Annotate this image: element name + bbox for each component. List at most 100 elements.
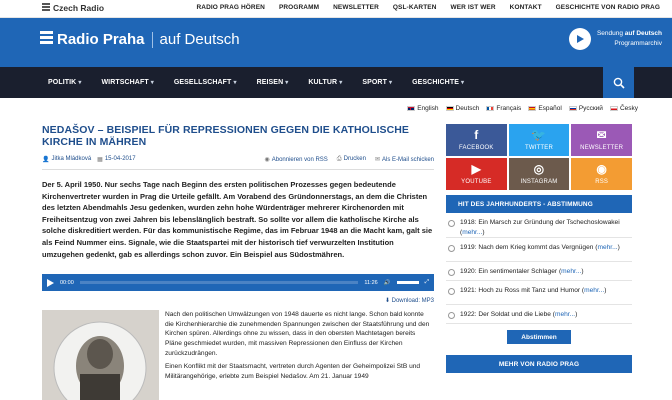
radio-button[interactable] xyxy=(448,287,455,295)
czech-radio-logo[interactable]: Czech Radio xyxy=(42,3,104,13)
social-label: YOUTUBE xyxy=(461,179,492,185)
poll-option[interactable]: 1922: Der Soldat und die Liebe (mehr...) xyxy=(446,305,632,324)
flag-spain-icon xyxy=(528,105,537,111)
social-newsletter[interactable]: ✉ NEWSLETTER xyxy=(571,124,632,156)
nav-geschichte[interactable]: GESCHICHTE ▾ xyxy=(402,79,474,86)
lang-label: Česky xyxy=(619,104,638,112)
nav-label: REISEN xyxy=(256,79,284,86)
player-duration: 11:26 xyxy=(364,279,378,286)
nav-sport[interactable]: SPORT ▾ xyxy=(352,79,402,86)
volume-slider[interactable] xyxy=(396,281,419,285)
toplink-contact[interactable]: KONTAKT xyxy=(510,4,542,11)
nav-kultur[interactable]: KULTUR ▾ xyxy=(298,79,352,86)
toplink-newsletter[interactable]: NEWSLETTER xyxy=(333,4,379,11)
portrait-image xyxy=(42,310,159,400)
poll-more-link[interactable]: mehr... xyxy=(584,287,604,294)
toplink-qsl[interactable]: QSL-KARTEN xyxy=(393,4,437,11)
toplink-listen[interactable]: RADIO PRAG HÖREN xyxy=(197,4,265,11)
nav-politik[interactable]: POLITIK ▾ xyxy=(38,79,91,86)
poll-option[interactable]: 1921: Hoch zu Ross mit Tanz und Humor (m… xyxy=(446,281,632,305)
social-label: TWITTER xyxy=(524,145,554,151)
social-facebook[interactable]: f FACEBOOK xyxy=(446,124,507,156)
radio-praha-logo[interactable]: Radio Praha auf Deutsch xyxy=(40,31,240,48)
flag-germany-icon xyxy=(445,105,454,111)
top-strip: Czech Radio RADIO PRAG HÖREN PROGRAMM NE… xyxy=(0,0,672,18)
nav-gesellschaft[interactable]: GESELLSCHAFT ▾ xyxy=(164,79,247,86)
more-from-radio-prag: MEHR VON RADIO PRAG xyxy=(446,355,632,373)
nav-label: WIRTSCHAFT xyxy=(101,79,149,86)
lang-francais[interactable]: Français xyxy=(486,105,521,112)
download-link[interactable]: ⬇ Download: MP3 xyxy=(42,297,434,304)
download-icon: ⬇ xyxy=(384,298,392,305)
lang-espanol[interactable]: Español xyxy=(528,105,562,112)
language-switcher: English Deutsch Français Español Русский… xyxy=(0,98,672,118)
social-instagram[interactable]: ◎ INSTAGRAM xyxy=(508,158,570,190)
live-player: Sendung auf Deutsch Programmarchiv xyxy=(568,28,662,50)
facebook-icon: f xyxy=(474,128,479,142)
rss-small-icon: ◉ xyxy=(264,156,270,163)
youtube-icon: ▶ xyxy=(471,162,482,176)
chevron-down-icon: ▾ xyxy=(461,80,465,86)
article-paragraph: Einen Konflikt mit der Staatsmacht, vert… xyxy=(165,363,421,380)
lang-english[interactable]: English xyxy=(407,105,439,112)
chevron-down-icon: ▾ xyxy=(285,80,289,86)
poll-more-link[interactable]: mehr... xyxy=(462,229,482,236)
poll-option[interactable]: 1918: Ein Marsch zur Gründung der Tschec… xyxy=(446,213,632,238)
radio-button[interactable] xyxy=(448,311,455,319)
lang-czech[interactable]: Česky xyxy=(609,104,638,112)
schedule-link[interactable]: Programmarchiv xyxy=(597,39,662,49)
brand-language: auf Deutsch xyxy=(159,31,240,48)
poll-option-text: 1919: Nach dem Krieg kommt das Vergnügen xyxy=(460,244,594,251)
print-label: Drucken xyxy=(343,155,366,162)
toplink-program[interactable]: PROGRAMM xyxy=(279,4,319,11)
article-author[interactable]: Jitka Mládková xyxy=(51,156,91,162)
flag-uk-icon xyxy=(407,105,416,111)
player-progress[interactable] xyxy=(79,281,359,285)
chevron-down-icon: ▾ xyxy=(78,80,82,86)
radio-button[interactable] xyxy=(448,244,455,252)
article-text: Nach den politischen Umwälzungen von 194… xyxy=(165,310,434,400)
vote-button[interactable]: Abstimmen xyxy=(507,330,571,344)
lang-russian[interactable]: Русский xyxy=(568,105,603,112)
play-icon[interactable] xyxy=(47,278,54,287)
social-label: RSS xyxy=(595,179,609,185)
email-link[interactable]: ✉ Als E-Mail schicken xyxy=(375,156,434,163)
search-icon xyxy=(613,77,625,89)
lang-deutsch[interactable]: Deutsch xyxy=(445,105,479,112)
radio-button[interactable] xyxy=(448,219,455,227)
poll-option-text: 1920: Ein sentimentaler Schlager xyxy=(460,268,558,275)
radio-button[interactable] xyxy=(448,268,455,276)
poll-option[interactable]: 1920: Ein sentimentaler Schlager (mehr..… xyxy=(446,262,632,281)
poll-more-link[interactable]: mehr... xyxy=(555,311,575,318)
toplink-who[interactable]: WER IST WER xyxy=(451,4,496,11)
poll-option[interactable]: 1919: Nach dem Krieg kommt das Vergnügen… xyxy=(446,238,632,262)
flag-france-icon xyxy=(486,105,495,111)
print-icon: ⎙ xyxy=(336,155,342,162)
fullscreen-icon[interactable]: ⤢ xyxy=(425,279,429,286)
social-label: NEWSLETTER xyxy=(580,145,624,151)
brand-separator xyxy=(151,31,153,48)
lang-label: Español xyxy=(538,104,562,112)
user-icon: 👤 xyxy=(42,156,50,163)
rss-link[interactable]: ◉ Abonnieren von RSS xyxy=(265,156,328,163)
social-rss[interactable]: ◉ RSS xyxy=(571,158,632,190)
nav-reisen[interactable]: REISEN ▾ xyxy=(247,79,299,86)
main-nav: POLITIK ▾ WIRTSCHAFT ▾ GESELLSCHAFT ▾ REISE… xyxy=(0,67,672,98)
poll-more-link[interactable]: mehr... xyxy=(597,244,617,251)
social-youtube[interactable]: ▶ YOUTUBE xyxy=(446,158,507,190)
volume-icon[interactable]: 🔊 xyxy=(384,280,391,286)
nav-wirtschaft[interactable]: WIRTSCHAFT ▾ xyxy=(91,79,163,86)
download-label: Download: MP3 xyxy=(391,298,434,305)
poll-title: HIT DES JAHRHUNDERTS - ABSTIMMUNG xyxy=(446,195,632,213)
lang-label: Français xyxy=(496,104,522,112)
czech-radio-logo-icon xyxy=(42,3,50,13)
article-paragraph: Nach den politischen Umwälzungen von 194… xyxy=(165,311,430,357)
poll-more-link[interactable]: mehr... xyxy=(561,268,581,275)
chevron-down-icon: ▾ xyxy=(233,80,237,86)
toplink-history[interactable]: GESCHICHTE VON RADIO PRAG xyxy=(556,4,660,11)
search-button[interactable] xyxy=(603,67,634,98)
live-play-button[interactable] xyxy=(568,28,591,50)
social-twitter[interactable]: 🐦 TWITTER xyxy=(508,124,570,156)
print-link[interactable]: ⎙ Drucken xyxy=(337,156,366,163)
poll-option-text: 1918: Ein Marsch zur Gründung der Tschec… xyxy=(460,219,620,226)
